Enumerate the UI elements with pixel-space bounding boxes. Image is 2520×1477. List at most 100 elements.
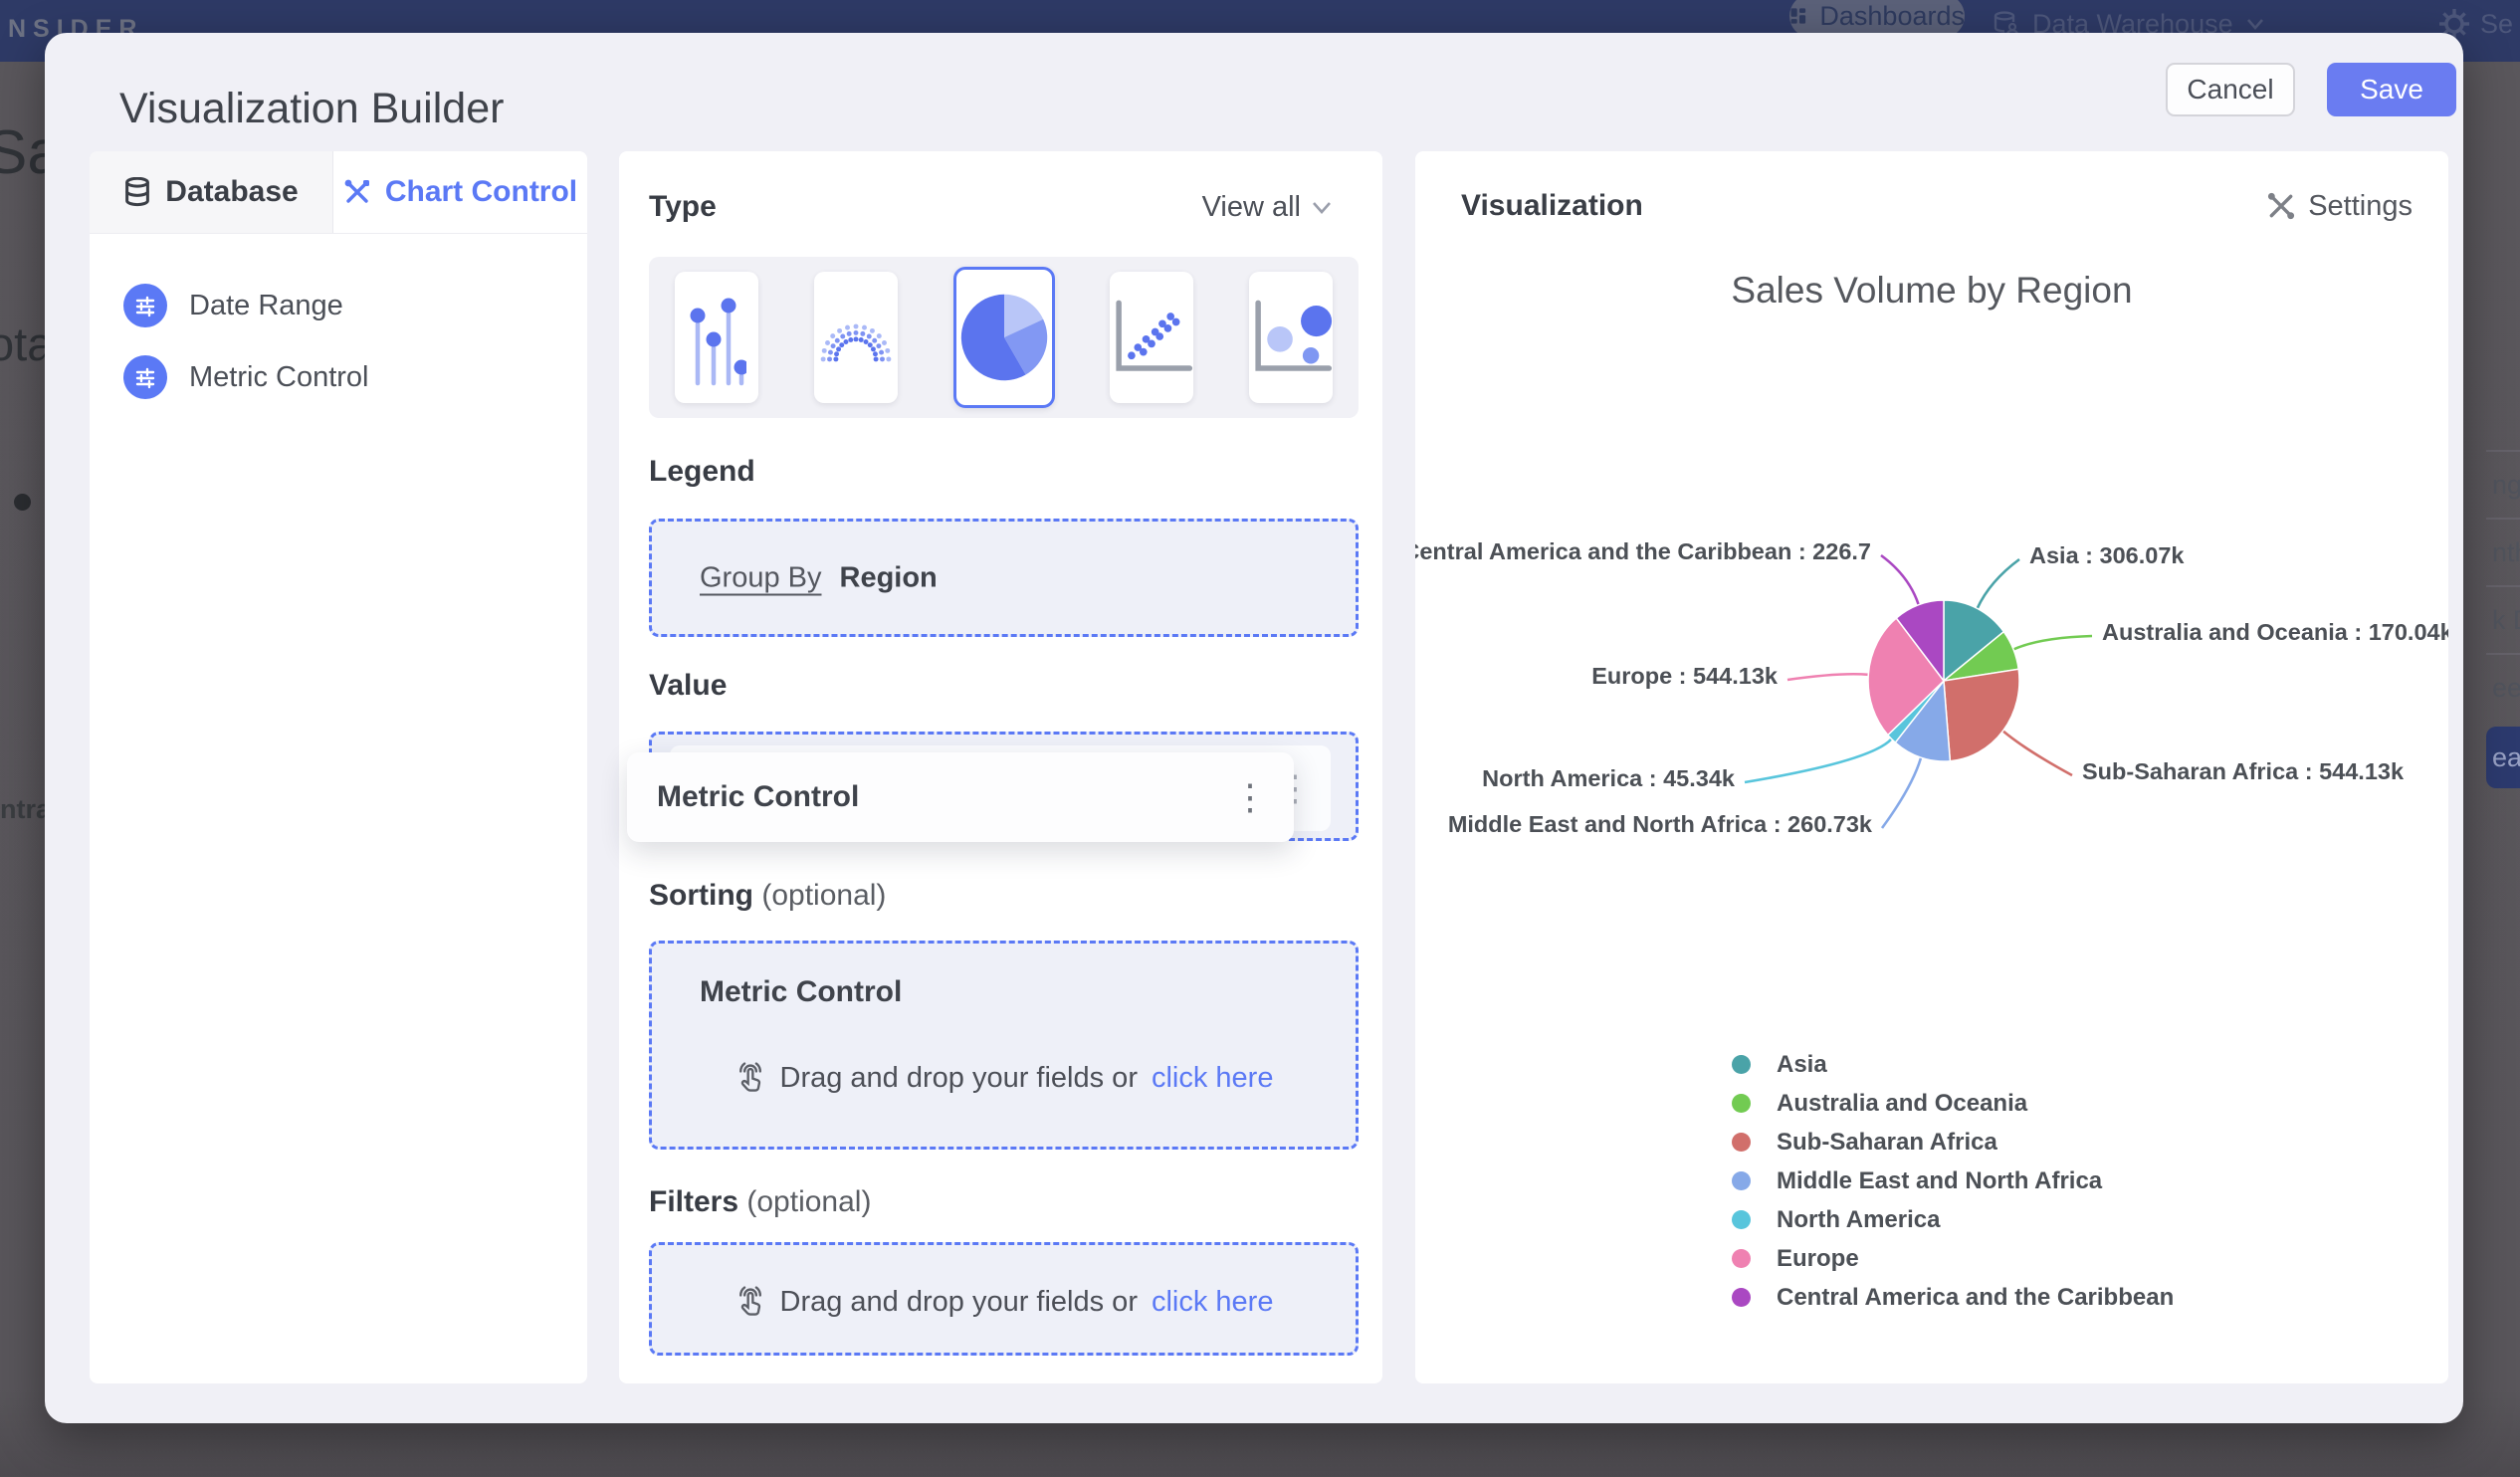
view-all-dropdown[interactable]: View all [1202,191,1333,224]
tap-icon [738,1062,761,1092]
bg-right-menu: nge nth k D eek ear [2486,450,2520,788]
modal-title: Visualization Builder [119,85,505,132]
legend-item[interactable]: North America [1732,1200,2174,1239]
chevron-down-icon [2246,19,2263,30]
legend-color-dot [1732,1094,1751,1113]
chart-type-bubble[interactable] [1249,272,1333,403]
save-button[interactable]: Save [2327,63,2456,116]
click-here-link[interactable]: click here [1152,1062,1274,1095]
filters-heading: Filters (optional) [649,1185,872,1218]
bubble-chart-icon [1255,300,1333,371]
sidebar-item-date-range[interactable]: Date Range [123,276,343,335]
legend-label: Europe [1777,1244,1859,1272]
chart-title: Sales Volume by Region [1731,270,2132,311]
dashboard-grid-icon [1790,8,1806,24]
dragged-metric-control-chip[interactable]: Metric Control ⋮ [627,752,1294,842]
drop-hint-text: Drag and drop your fields or [779,1061,1138,1094]
builder-panel: Type View all Legend Group By Region Val… [619,151,1382,1383]
group-by-value: Region [839,561,938,593]
chart-type-scatter[interactable] [1110,272,1194,403]
legend-dropzone[interactable]: Group By Region [649,519,1359,637]
sorting-heading: Sorting (optional) [649,879,887,912]
legend-item[interactable]: Europe [1732,1239,2174,1278]
pie-leader-line [1880,756,1923,829]
chart-type-lollipop[interactable] [675,272,758,403]
legend-color-dot [1732,1055,1751,1074]
pie-slice-label: North America : 45.34k [1482,765,1736,791]
bg-fragment-ear: ear [2486,727,2520,788]
legend-label: Sub-Saharan Africa [1777,1128,1997,1156]
legend-item[interactable]: Central America and the Caribbean [1732,1278,2174,1317]
type-heading: Type [649,190,717,223]
sidebar-item-label: Metric Control [189,360,369,393]
filters-dropzone[interactable]: Drag and drop your fields or click here [649,1242,1359,1356]
pie-slice-label: Sub-Saharan Africa : 544.13k [2082,758,2405,784]
pie-leader-line [2012,634,2093,651]
scatter-chart-icon [1116,300,1193,371]
kebab-menu-icon[interactable]: ⋮ [1232,779,1268,815]
pie-slice-label: Middle East and North Africa : 260.73k [1448,811,1873,837]
tab-database-label: Database [165,175,299,208]
tab-chart-control[interactable]: Chart Control [333,151,587,233]
chevron-down-icon [1313,201,1331,214]
bg-fragment-kd: k D [2486,587,2520,655]
pie-slice[interactable] [1943,668,2020,762]
legend-item[interactable]: Asia [1732,1045,2174,1084]
pie-slice-label: Europe : 544.13k [1591,663,1779,689]
tune-icon [123,284,167,327]
lollipop-chart-icon [690,298,746,386]
sidebar-item-label: Date Range [189,289,343,321]
sidebar-tabbar: Database Chart Control [90,151,587,234]
legend-item[interactable]: Middle East and North Africa [1732,1161,2174,1200]
bg-bullet-dot [14,494,31,511]
legend-heading: Legend [649,455,755,488]
sorting-chip-label: Metric Control [700,975,903,1008]
visualization-builder-modal: Visualization Builder Cancel Save Databa… [45,33,2463,1423]
tap-icon [738,1286,761,1316]
legend-color-dot [1732,1210,1751,1229]
legend-label: Central America and the Caribbean [1777,1283,2175,1311]
chart-type-pie[interactable] [952,267,1055,408]
bg-fragment-nth: nth [2486,520,2520,587]
tab-chart-control-label: Chart Control [384,175,578,208]
legend-color-dot [1732,1133,1751,1152]
pie-slice-label: Asia : 306.07k [2029,542,2185,568]
pie-leader-line [1880,553,1920,606]
legend-item[interactable]: Sub-Saharan Africa [1732,1123,2174,1161]
nav-dashboards-label: Dashboards [1819,0,1965,31]
group-by-label[interactable]: Group By [700,561,822,594]
legend-item[interactable]: Australia and Oceania [1732,1084,2174,1123]
legend-label: Asia [1777,1050,1827,1078]
pie-slice-label: Central America and the Caribbean : 226.… [1415,538,1871,564]
dragged-chip-label: Metric Control [657,780,860,813]
database-icon [125,177,150,207]
tune-icon [123,355,167,399]
legend-label: Middle East and North Africa [1777,1166,2103,1194]
dot-arc-chart-icon [820,323,892,362]
bg-fragment-nge: nge [2486,450,2520,520]
pie-slice-label: Australia and Oceania : 170.04k [2102,619,2448,645]
legend-color-dot [1732,1288,1751,1307]
tools-icon [344,179,369,203]
cancel-button[interactable]: Cancel [2166,63,2295,116]
value-heading: Value [649,669,728,702]
sidebar-panel: Database Chart Control Date Range Metric… [90,151,587,1383]
pie-leader-line [2001,730,2073,777]
drop-hint-text: Drag and drop your fields or [779,1285,1138,1318]
bg-fragment-eek: eek [2492,672,2520,703]
visualization-panel: Visualization Settings Sales Volume by R… [1415,151,2448,1383]
view-all-label: View all [1201,190,1301,223]
legend-color-dot [1732,1249,1751,1268]
chart-type-dot-arc[interactable] [813,272,898,403]
sorting-dropzone[interactable]: Metric Control Drag and drop your fields… [649,941,1359,1150]
pie-leader-line [1786,672,1869,682]
pie-chart-icon [960,294,1047,381]
pie-leader-line [1976,557,2020,609]
tab-database[interactable]: Database [90,151,333,233]
chart-type-strip [649,257,1359,418]
nav-settings-label: Se [2480,8,2514,39]
sidebar-item-metric-control[interactable]: Metric Control [123,347,369,407]
click-here-link[interactable]: click here [1152,1286,1274,1319]
legend-label: Australia and Oceania [1777,1089,2028,1117]
legend-label: North America [1777,1205,1941,1233]
